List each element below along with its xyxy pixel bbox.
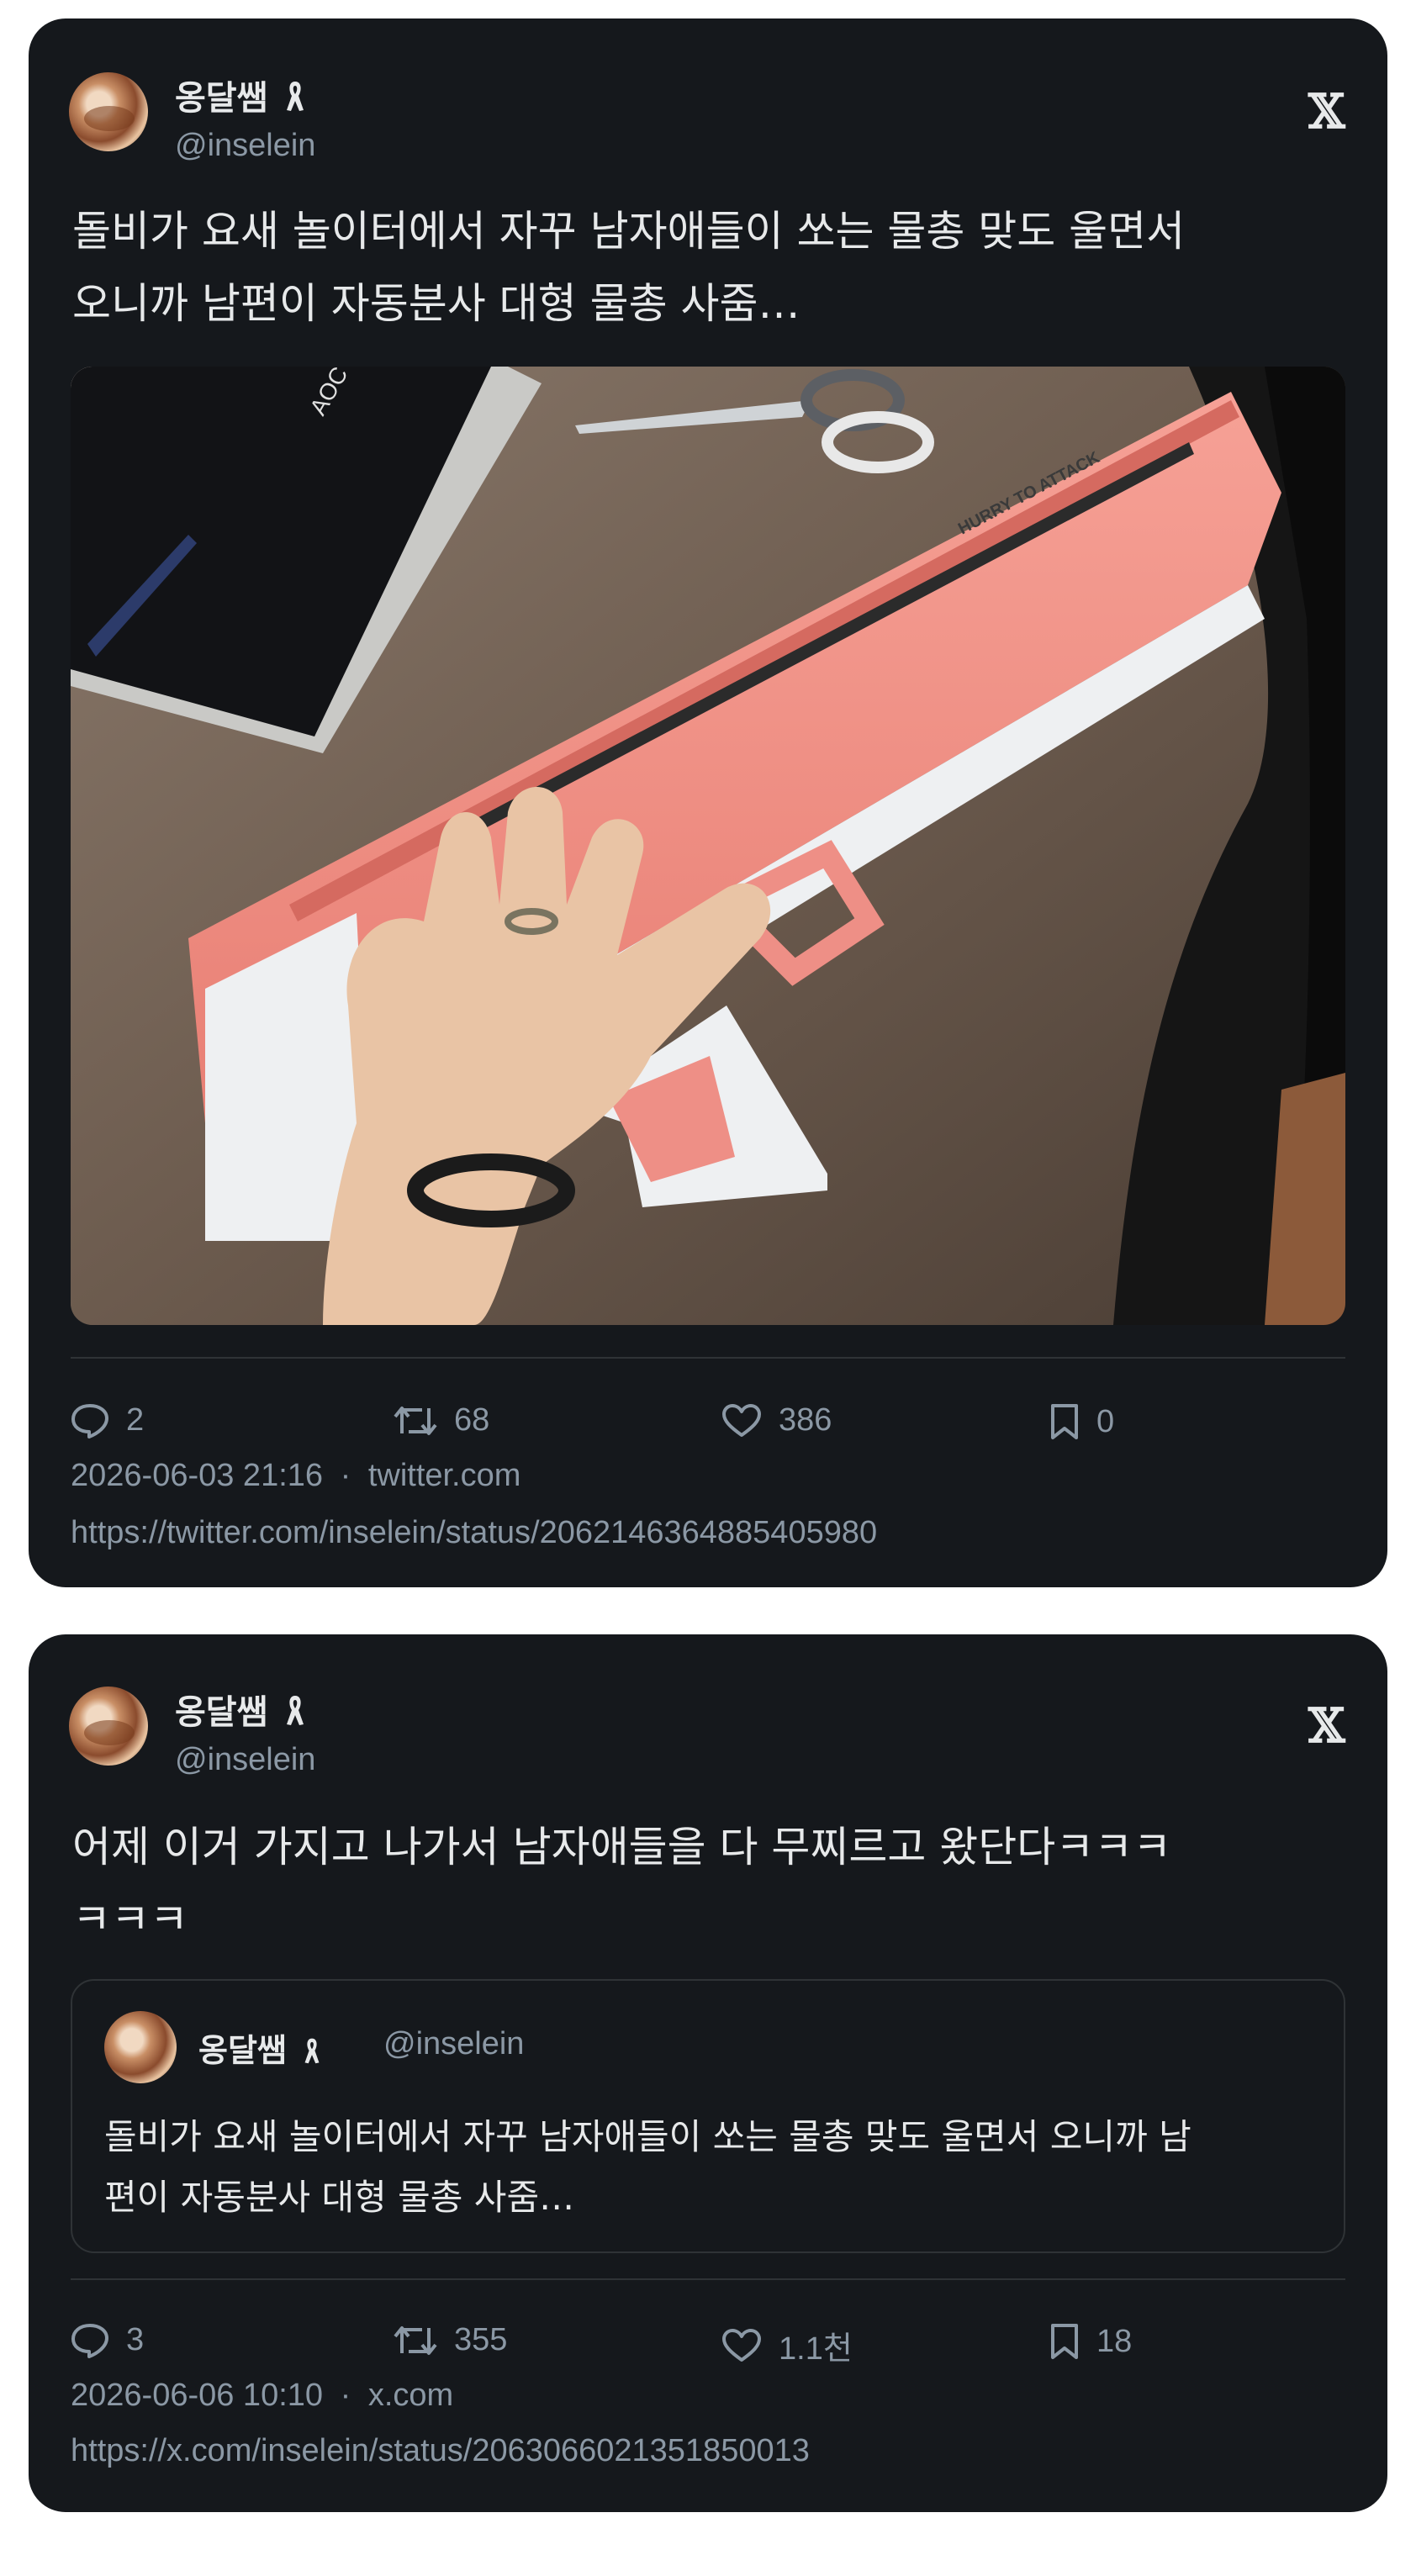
bookmark-button[interactable]: 0: [1049, 1402, 1114, 1441]
divider: [71, 2278, 1345, 2280]
tweet-text-line: ㅋㅋㅋ: [72, 1895, 188, 1944]
tweet-url[interactable]: https://twitter.com/inselein/status/2062…: [71, 1515, 877, 1551]
reply-button[interactable]: 3: [71, 2322, 144, 2358]
tweet-text-line: 오니까 남편이 자동분사 대형 물총 사줌…: [72, 279, 800, 328]
like-icon: [722, 2328, 761, 2362]
retweet-button[interactable]: 68: [394, 1402, 489, 1438]
divider: [71, 1357, 1345, 1359]
tweet-text: 돌비가 요새 놀이터에서 자꾸 남자애들이 쏘는 물총 맞도 울면서 오니까 남…: [72, 195, 1185, 340]
meta-separator: ·: [340, 1458, 351, 1493]
meta-separator: ·: [340, 2378, 351, 2413]
ribbon-icon: [287, 82, 304, 111]
quoted-avatar[interactable]: [104, 2011, 177, 2083]
tweet-datetime[interactable]: 2026-06-06 10:10: [71, 2378, 323, 2413]
tweet-url[interactable]: https://x.com/inselein/status/2063066021…: [71, 2433, 810, 2469]
x-logo-icon[interactable]: 𝕏: [1308, 84, 1345, 140]
like-icon: [722, 1403, 761, 1437]
avatar[interactable]: [69, 72, 148, 151]
avatar[interactable]: [69, 1687, 148, 1766]
reply-icon: [71, 1403, 108, 1438]
x-logo-icon[interactable]: 𝕏: [1308, 1698, 1345, 1754]
reply-button[interactable]: 2: [71, 1402, 144, 1438]
retweet-button[interactable]: 355: [394, 2322, 507, 2358]
like-button[interactable]: 386: [721, 1402, 832, 1438]
tweet-photo[interactable]: AOC HURRY TO ATTACK: [71, 367, 1345, 1325]
like-button[interactable]: 1.1천: [721, 2322, 853, 2368]
quoted-handle[interactable]: @inselein: [383, 2026, 524, 2062]
tweet-source[interactable]: twitter.com: [368, 1458, 521, 1493]
reply-icon: [71, 2323, 108, 2358]
tweet-text-line: 돌비가 요새 놀이터에서 자꾸 남자애들이 쏘는 물총 맞도 울면서: [72, 207, 1186, 256]
bookmark-count: 18: [1096, 2323, 1133, 2359]
retweet-icon: [394, 2325, 437, 2355]
reply-count: 3: [126, 2322, 145, 2357]
display-name[interactable]: 옹달쌤: [175, 1693, 267, 1732]
tweet-text-line: 어제 이거 가지고 나가서 남자애들을 다 무찌르고 왔단다ㅋㅋㅋ: [72, 1823, 1172, 1871]
like-count: 386: [779, 1402, 832, 1438]
quoted-text-line: 편이 자동분사 대형 물총 사줌…: [104, 2177, 575, 2218]
retweet-count: 68: [454, 1402, 490, 1438]
bookmark-icon: [1051, 1404, 1078, 1439]
retweet-count: 355: [454, 2322, 508, 2357]
ribbon-icon: [304, 2038, 320, 2064]
quoted-text-line: 돌비가 요새 놀이터에서 자꾸 남자애들이 쏘는 물총 맞도 울면서 오니까 남: [104, 2116, 1191, 2157]
user-handle[interactable]: @inselein: [175, 128, 315, 164]
tweet-card-1[interactable]: 옹달쌤 @inselein 𝕏 돌비가 요새 놀이터에서 자꾸 남자애들이 쏘는…: [29, 18, 1387, 1587]
bookmark-count: 0: [1096, 1403, 1115, 1439]
ribbon-icon: [287, 1696, 304, 1725]
tweet-card-2[interactable]: 옹달쌤 @inselein 𝕏 어제 이거 가지고 나가서 남자애들을 다 무찌…: [29, 1634, 1387, 2512]
tweet-meta: 2026-06-03 21:16 · twitter.com: [71, 1458, 520, 1494]
display-name[interactable]: 옹달쌤: [175, 79, 267, 118]
tweet-text: 어제 이거 가지고 나가서 남자애들을 다 무찌르고 왔단다ㅋㅋㅋ ㅋㅋㅋ: [72, 1811, 1171, 1956]
quoted-display-name[interactable]: 옹달쌤: [198, 2032, 287, 2069]
tweet-datetime[interactable]: 2026-06-03 21:16: [71, 1458, 323, 1493]
tweet-source[interactable]: x.com: [368, 2378, 453, 2413]
quoted-text: 돌비가 요새 놀이터에서 자꾸 남자애들이 쏘는 물총 맞도 울면서 오니까 남…: [104, 2107, 1315, 2228]
quoted-tweet[interactable]: 옹달쌤 @inselein 돌비가 요새 놀이터에서 자꾸 남자애들이 쏘는 물…: [71, 1979, 1345, 2253]
bookmark-button[interactable]: 18: [1049, 2322, 1132, 2361]
retweet-icon: [394, 1406, 437, 1435]
tweet-meta: 2026-06-06 10:10 · x.com: [71, 2378, 453, 2414]
photo-water-gun: AOC HURRY TO ATTACK: [71, 367, 1345, 1325]
user-handle[interactable]: @inselein: [175, 1742, 315, 1778]
bookmark-icon: [1051, 2324, 1078, 2359]
reply-count: 2: [126, 1402, 145, 1438]
like-count: 1.1천: [779, 2331, 853, 2367]
